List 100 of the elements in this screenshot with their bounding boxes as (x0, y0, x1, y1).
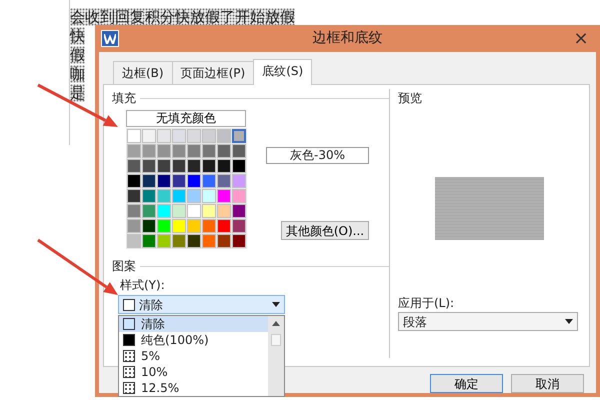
color-swatch[interactable] (127, 129, 141, 143)
color-swatch[interactable] (142, 204, 156, 218)
color-swatch[interactable] (157, 174, 171, 188)
dropdown-value: 清除 (139, 296, 163, 314)
color-swatch[interactable] (217, 204, 231, 218)
color-swatch[interactable] (217, 144, 231, 158)
color-swatch[interactable] (127, 159, 141, 173)
color-swatch[interactable] (172, 174, 186, 188)
scrollbar[interactable] (268, 316, 284, 396)
pattern-icon (123, 350, 135, 362)
color-swatch[interactable] (142, 129, 156, 143)
color-swatch[interactable] (157, 144, 171, 158)
group-label: 预览 (398, 90, 423, 107)
list-item[interactable]: 5% (119, 348, 268, 364)
pattern-icon (123, 366, 135, 378)
color-swatch[interactable] (157, 234, 171, 248)
color-swatch[interactable] (187, 174, 201, 188)
list-item[interactable]: 清除 (119, 316, 268, 332)
apply-to-dropdown[interactable]: 段落 (398, 312, 578, 331)
color-swatch[interactable] (172, 234, 186, 248)
color-swatch[interactable] (172, 189, 186, 203)
color-swatch[interactable] (127, 174, 141, 188)
list-item[interactable]: 纯色(100%) (119, 332, 268, 348)
pattern-icon (123, 318, 135, 330)
color-swatch[interactable] (232, 174, 246, 188)
color-swatch[interactable] (187, 189, 201, 203)
color-swatch[interactable] (142, 219, 156, 233)
color-swatch[interactable] (232, 219, 246, 233)
color-swatch[interactable] (217, 219, 231, 233)
color-swatch[interactable] (232, 234, 246, 248)
color-swatch[interactable] (127, 144, 141, 158)
color-swatch[interactable] (142, 144, 156, 158)
color-swatch[interactable] (157, 189, 171, 203)
color-swatch[interactable] (157, 129, 171, 143)
color-swatch[interactable] (172, 144, 186, 158)
color-name-field: 灰色-30% (266, 147, 369, 164)
group-label: 填充 (112, 90, 136, 107)
dialog-button[interactable]: 确定 (430, 374, 503, 393)
color-swatch[interactable] (187, 144, 201, 158)
color-swatch[interactable] (217, 234, 231, 248)
color-swatch[interactable] (127, 219, 141, 233)
color-swatch[interactable] (127, 234, 141, 248)
color-swatch[interactable] (202, 159, 216, 173)
color-swatch[interactable] (217, 129, 231, 143)
color-swatch[interactable] (202, 234, 216, 248)
color-swatch[interactable] (232, 159, 246, 173)
color-swatch[interactable] (187, 219, 201, 233)
color-swatch[interactable] (172, 204, 186, 218)
document-text: 会收到回复积分快放假了开始放假 (70, 8, 295, 26)
color-swatch[interactable] (157, 204, 171, 218)
color-swatch[interactable] (157, 159, 171, 173)
color-swatch[interactable] (202, 174, 216, 188)
dropdown-value: 段落 (403, 314, 427, 330)
color-swatch[interactable] (127, 189, 141, 203)
document-text: 假 (70, 46, 85, 64)
color-swatch[interactable] (187, 159, 201, 173)
app-logo-icon (101, 30, 119, 47)
color-swatch[interactable] (202, 219, 216, 233)
color-swatch[interactable] (217, 159, 231, 173)
color-swatch[interactable] (172, 219, 186, 233)
color-swatch[interactable] (172, 159, 186, 173)
close-button[interactable]: × (566, 28, 596, 48)
document-text: 快 (70, 27, 85, 45)
pattern-icon (123, 334, 135, 346)
group-label: 图案 (112, 258, 136, 275)
dialog-button[interactable]: 取消 (511, 374, 584, 393)
dialog-title: 边框和底纹 (312, 30, 382, 46)
list-item[interactable]: 10% (119, 364, 268, 380)
more-colors-button[interactable]: 其他颜色(O)... (281, 221, 369, 240)
color-swatch[interactable] (202, 204, 216, 218)
color-swatch[interactable] (142, 189, 156, 203)
pattern-icon (123, 298, 135, 310)
color-swatch[interactable] (217, 189, 231, 203)
color-swatch[interactable] (232, 204, 246, 218)
color-swatch[interactable] (217, 174, 231, 188)
color-swatch[interactable] (202, 144, 216, 158)
color-swatch[interactable] (187, 129, 201, 143)
color-swatch[interactable] (232, 144, 246, 158)
list-item[interactable]: 12.5% (119, 380, 268, 396)
color-swatch[interactable] (187, 204, 201, 218)
color-swatch[interactable] (202, 189, 216, 203)
color-swatch[interactable] (172, 129, 186, 143)
color-swatch[interactable] (142, 234, 156, 248)
style-dropdown[interactable]: 清除 (118, 295, 285, 314)
color-swatch[interactable] (142, 174, 156, 188)
caret-icon (565, 319, 573, 324)
color-swatch[interactable] (187, 234, 201, 248)
no-fill-button[interactable]: 无填充颜色 (126, 110, 246, 126)
color-swatch[interactable] (127, 204, 141, 218)
tab[interactable]: 底纹(S) (253, 59, 312, 85)
document-text: 咖 (70, 65, 85, 83)
tab[interactable]: 边框(B) (113, 61, 173, 84)
field-label: 应用于(L): (398, 295, 456, 312)
color-swatch[interactable] (142, 159, 156, 173)
pattern-icon (123, 382, 135, 394)
color-swatch[interactable] (202, 129, 216, 143)
caret-icon (272, 302, 280, 307)
color-swatch[interactable] (232, 189, 246, 203)
color-swatch[interactable] (232, 129, 246, 143)
color-swatch[interactable] (157, 219, 171, 233)
